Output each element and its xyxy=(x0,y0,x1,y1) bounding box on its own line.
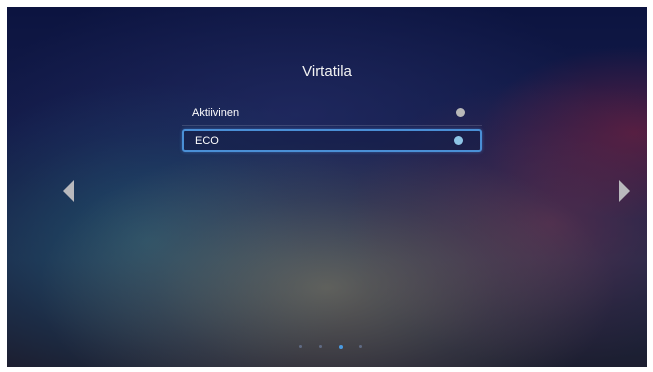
divider xyxy=(182,125,482,126)
page-dot xyxy=(319,345,322,348)
option-eco[interactable]: ECO xyxy=(182,129,482,152)
page-dot xyxy=(359,345,362,348)
option-label: ECO xyxy=(195,135,219,147)
triangle-right-icon[interactable] xyxy=(619,180,630,202)
radio-indicator xyxy=(456,108,465,117)
page-indicator xyxy=(299,344,369,349)
option-label: Aktiivinen xyxy=(192,107,240,119)
osd-screen: Virtatila Aktiivinen ECO xyxy=(7,7,647,367)
page-dot-active xyxy=(339,344,343,349)
radio-indicator-selected xyxy=(454,136,463,145)
menu-title: Virtatila xyxy=(302,63,352,80)
triangle-left-icon[interactable] xyxy=(63,180,74,202)
option-aktiivinen[interactable]: Aktiivinen xyxy=(182,103,482,123)
page-dot xyxy=(299,345,302,348)
